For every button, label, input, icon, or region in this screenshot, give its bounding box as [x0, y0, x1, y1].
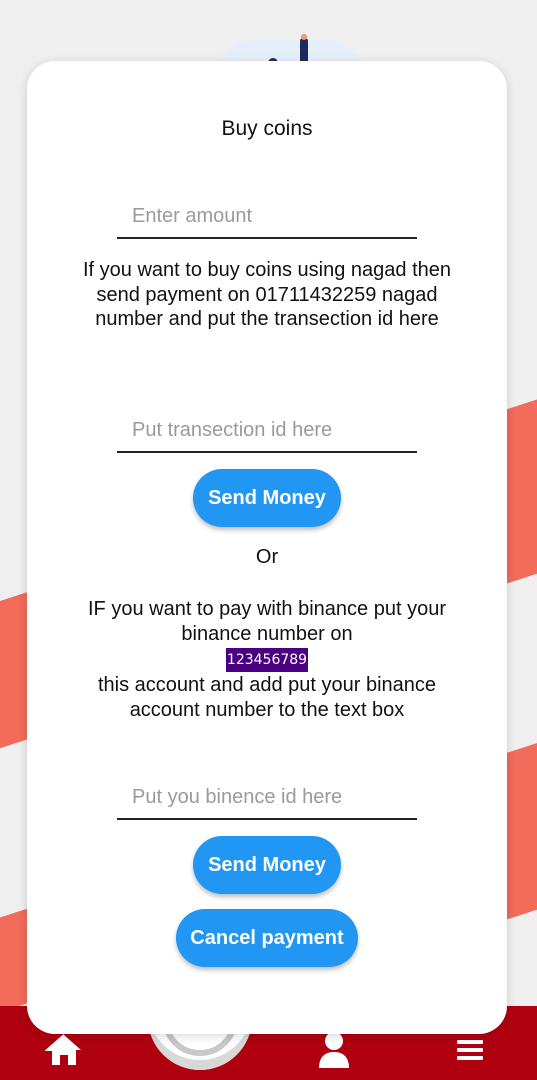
buy-coins-dialog: Buy coins If you want to buy coins using… [27, 61, 507, 1034]
menu-icon [457, 1040, 483, 1060]
transaction-id-input[interactable] [117, 409, 417, 453]
nav-home-button[interactable] [42, 1028, 86, 1072]
home-icon [45, 1034, 81, 1065]
send-money-binance-button[interactable]: Send Money [193, 836, 341, 894]
binance-instructions-continued: this account and add put your binance ac… [97, 674, 437, 721]
dialog-title: Buy coins [221, 117, 313, 140]
binance-number-selected-text[interactable]: 123456789 [225, 648, 309, 672]
profile-icon [319, 1032, 349, 1068]
send-money-nagad-button[interactable]: Send Money [193, 469, 341, 527]
nav-menu-button[interactable] [448, 1028, 492, 1072]
binance-number-row: 123456789 [27, 648, 507, 672]
binance-instructions: IF you want to pay with binance put your… [88, 598, 446, 645]
nav-profile-button[interactable] [312, 1028, 356, 1072]
nagad-instructions: If you want to buy coins using nagad the… [82, 259, 452, 330]
amount-input[interactable] [117, 195, 417, 239]
or-separator: Or [255, 546, 279, 568]
binance-id-input[interactable] [117, 776, 417, 820]
cancel-payment-button[interactable]: Cancel payment [176, 909, 358, 967]
